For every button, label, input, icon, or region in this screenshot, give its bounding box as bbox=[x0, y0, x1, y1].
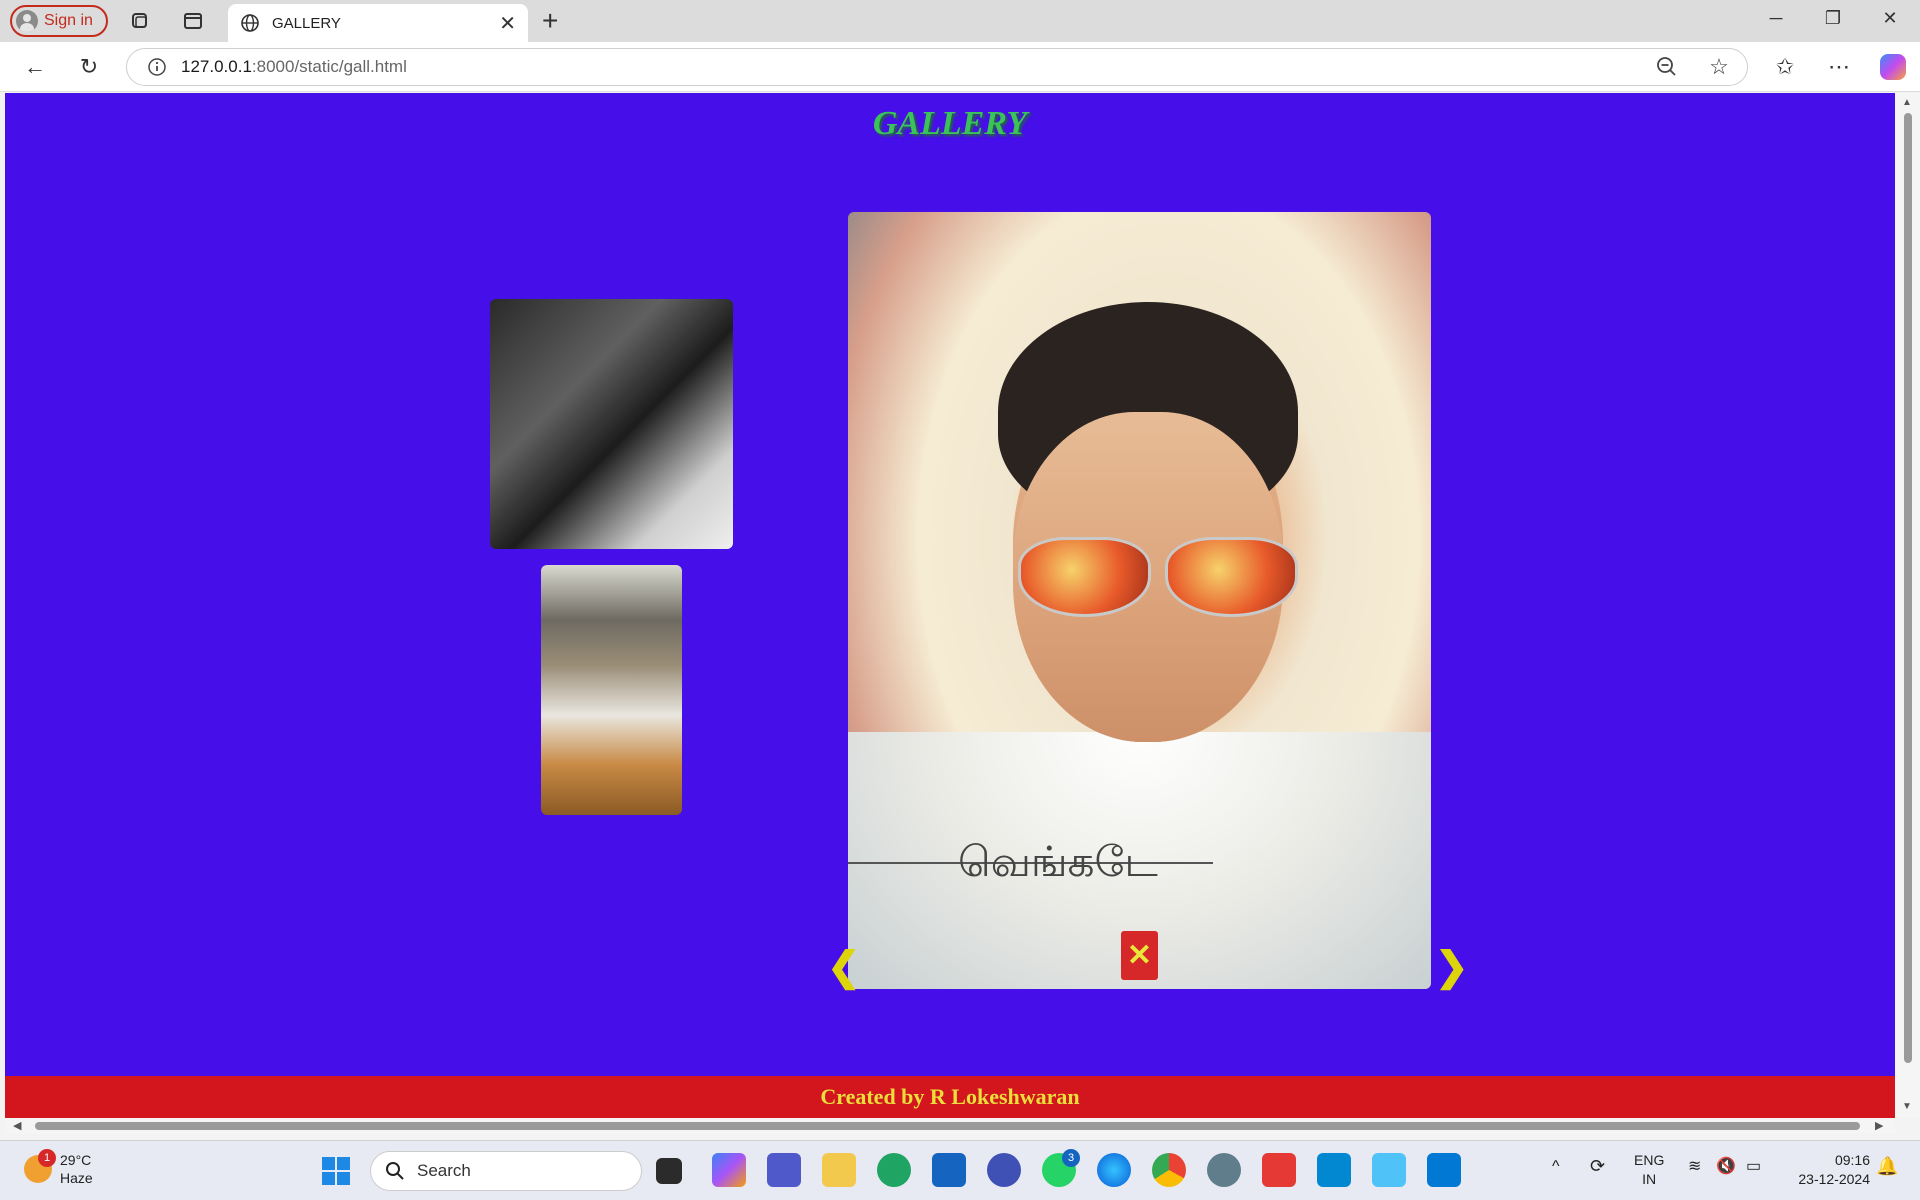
network-app-icon[interactable] bbox=[1207, 1153, 1241, 1187]
new-tab-button[interactable]: + bbox=[542, 6, 558, 36]
task-view-icon[interactable] bbox=[656, 1158, 682, 1184]
scroll-down-arrow-icon[interactable]: ▼ bbox=[1902, 1101, 1912, 1112]
windows-start-icon[interactable] bbox=[322, 1157, 350, 1185]
volume-muted-icon[interactable]: 🔇 bbox=[1716, 1157, 1736, 1176]
refresh-app-icon[interactable] bbox=[877, 1153, 911, 1187]
clock[interactable]: 09:16 23-12-2024 bbox=[1786, 1151, 1870, 1189]
sign-in-label: Sign in bbox=[44, 12, 93, 29]
page-viewport: GALLERY வெங்கடே ✕ ❮ ❯ Created by R Lokes… bbox=[5, 93, 1895, 1118]
back-arrow-icon[interactable]: ← bbox=[22, 54, 48, 80]
refresh-icon[interactable]: ↻ bbox=[76, 54, 102, 80]
file-explorer-icon[interactable] bbox=[822, 1153, 856, 1187]
scroll-left-arrow-icon[interactable]: ◀ bbox=[13, 1119, 21, 1132]
vertical-scrollbar[interactable]: ▲ ▼ bbox=[1896, 93, 1920, 1118]
close-lightbox-button[interactable]: ✕ bbox=[1121, 931, 1158, 980]
gallery-thumbnail-smoke-photo[interactable] bbox=[541, 565, 682, 815]
microsoft-store-icon[interactable] bbox=[932, 1153, 966, 1187]
url-host: 127.0.0.1 bbox=[181, 57, 252, 76]
globe-icon bbox=[241, 14, 259, 32]
copilot-icon[interactable] bbox=[1880, 54, 1906, 80]
gallery-title: GALLERY bbox=[872, 105, 1028, 142]
vscode-icon[interactable] bbox=[1427, 1153, 1461, 1187]
browser-tab-strip: Sign in GALLERY ✕ + ─ ❐ ✕ bbox=[0, 0, 1920, 42]
weather-temperature: 29°C bbox=[60, 1152, 92, 1168]
sign-in-button[interactable]: Sign in bbox=[10, 5, 108, 37]
next-image-button[interactable]: ❯ bbox=[1435, 947, 1469, 987]
sync-icon[interactable]: ⟳ bbox=[1590, 1157, 1605, 1176]
notifications-bell-icon[interactable]: 🔔 bbox=[1876, 1157, 1898, 1176]
browser-toolbar: ← ↻ 127.0.0.1:8000/static/gall.html ☆ ✩ … bbox=[0, 42, 1920, 92]
weather-description: Haze bbox=[60, 1170, 93, 1186]
taskbar: 1 29°C Haze Search 3 ^ ⟳ ENG IN ≋ 🔇 ▭ 09… bbox=[0, 1140, 1920, 1200]
close-window-icon[interactable]: ✕ bbox=[1878, 8, 1902, 29]
scroll-up-arrow-icon[interactable]: ▲ bbox=[1902, 97, 1912, 108]
tab-gallery[interactable]: GALLERY ✕ bbox=[228, 4, 528, 42]
search-icon bbox=[386, 1162, 404, 1180]
vertical-scroll-thumb[interactable] bbox=[1904, 113, 1912, 1063]
battery-icon[interactable]: ▭ bbox=[1746, 1157, 1761, 1176]
search-label: Search bbox=[417, 1161, 471, 1180]
site-info-icon[interactable] bbox=[147, 57, 167, 77]
zoom-out-icon[interactable] bbox=[1654, 54, 1680, 80]
horizontal-scrollbar[interactable]: ◀ ▶ bbox=[5, 1118, 1895, 1134]
signature: வெங்கடே bbox=[958, 837, 1158, 886]
language-code: ENG bbox=[1634, 1152, 1665, 1168]
horizontal-scroll-thumb[interactable] bbox=[35, 1122, 1860, 1130]
language-indicator[interactable]: ENG IN bbox=[1634, 1151, 1664, 1189]
taskbar-search[interactable]: Search bbox=[370, 1151, 642, 1191]
lightbox-image: வெங்கடே ✕ bbox=[848, 212, 1431, 989]
portrait-sunglasses bbox=[1018, 537, 1298, 617]
notepad-icon[interactable] bbox=[1372, 1153, 1406, 1187]
region-code: IN bbox=[1642, 1171, 1657, 1187]
wifi-icon[interactable]: ≋ bbox=[1688, 1157, 1701, 1176]
tab-title: GALLERY bbox=[272, 14, 341, 32]
show-hidden-icons-icon[interactable]: ^ bbox=[1552, 1157, 1560, 1176]
edge-icon[interactable] bbox=[1097, 1153, 1131, 1187]
scroll-right-arrow-icon[interactable]: ▶ bbox=[1875, 1119, 1883, 1132]
tab-actions-icon[interactable] bbox=[181, 9, 205, 33]
chrome-icon[interactable] bbox=[1152, 1153, 1186, 1187]
weather-badge: 1 bbox=[38, 1149, 56, 1167]
more-options-icon[interactable]: ⋯ bbox=[1826, 54, 1852, 80]
gallery-thumbnail-bw-photo[interactable] bbox=[490, 299, 733, 549]
url-path: :8000/static/gall.html bbox=[251, 57, 407, 76]
workspaces-icon[interactable] bbox=[128, 9, 152, 33]
whatsapp-badge: 3 bbox=[1062, 1149, 1080, 1167]
clock-time: 09:16 bbox=[1834, 1152, 1870, 1168]
close-tab-icon[interactable]: ✕ bbox=[499, 11, 516, 36]
previous-image-button[interactable]: ❮ bbox=[827, 947, 861, 987]
whatsapp-icon[interactable]: 3 bbox=[1042, 1149, 1080, 1187]
arc-app-icon[interactable] bbox=[987, 1153, 1021, 1187]
restore-icon[interactable]: ❐ bbox=[1821, 8, 1845, 29]
copilot-app-icon[interactable] bbox=[712, 1153, 746, 1187]
clock-date: 23-12-2024 bbox=[1798, 1171, 1870, 1187]
page-footer: Created by R Lokeshwaran bbox=[5, 1076, 1895, 1118]
photos-icon[interactable] bbox=[1317, 1153, 1351, 1187]
favorite-star-icon[interactable]: ☆ bbox=[1706, 54, 1732, 80]
profile-icon bbox=[16, 10, 38, 32]
favorites-list-icon[interactable]: ✩ bbox=[1772, 54, 1798, 80]
minimize-icon[interactable]: ─ bbox=[1764, 8, 1788, 29]
weather-sun-icon: 1 bbox=[24, 1149, 56, 1183]
teams-icon[interactable] bbox=[767, 1153, 801, 1187]
weather-widget[interactable]: 1 29°C Haze bbox=[24, 1149, 93, 1187]
wps-office-icon[interactable] bbox=[1262, 1153, 1296, 1187]
address-bar[interactable]: 127.0.0.1:8000/static/gall.html bbox=[126, 48, 1748, 86]
